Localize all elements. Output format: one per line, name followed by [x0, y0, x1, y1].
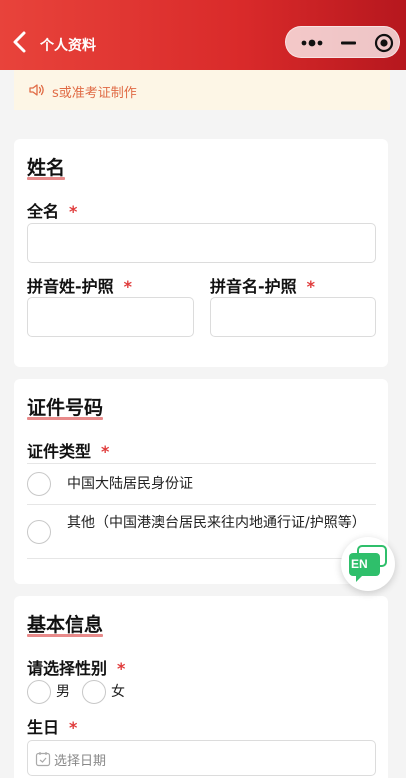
divider	[27, 504, 376, 505]
speaker-icon	[29, 84, 44, 96]
gender-option-female: 女	[111, 684, 125, 700]
gender-radio-female[interactable]	[82, 680, 106, 704]
required-asterisk: *	[123, 277, 133, 296]
calendar-icon	[35, 752, 51, 767]
gender-label: 请选择性别 *	[27, 659, 126, 678]
language-toggle-button[interactable]: EN	[341, 537, 395, 591]
chevron-left-icon	[13, 31, 26, 53]
section-title-underline	[27, 177, 65, 180]
full-name-input[interactable]	[27, 223, 376, 263]
divider	[27, 558, 376, 559]
birthday-placeholder: 选择日期	[54, 754, 107, 769]
gender-radio-male[interactable]	[27, 680, 51, 704]
birthday-label: 生日 *	[27, 718, 78, 737]
app-header: 个人资料	[0, 0, 406, 70]
more-button[interactable]	[292, 27, 332, 59]
id-card: 证件号码 证件类型 * 中国大陆居民身份证 其他（中国港澳台居民来往内地通行证/护…	[14, 379, 388, 584]
section-title-underline	[27, 634, 103, 637]
required-asterisk: *	[306, 277, 316, 296]
id-type-radio-mainland[interactable]	[27, 472, 51, 496]
chat-bubble-icon	[349, 545, 387, 582]
section-title-name: 姓名	[27, 157, 66, 179]
close-button[interactable]	[370, 27, 398, 59]
required-asterisk: *	[69, 718, 78, 737]
notice-bar: s或准考证制作	[14, 70, 390, 110]
required-asterisk: *	[117, 659, 126, 678]
section-title-underline	[27, 417, 103, 420]
given-name-label: 拼音名-护照 *	[210, 277, 316, 296]
id-type-label: 证件类型 *	[27, 442, 110, 461]
section-title-basic: 基本信息	[27, 614, 104, 636]
minus-icon	[341, 41, 356, 45]
section-title-id: 证件号码	[27, 397, 104, 419]
page-title: 个人资料	[40, 38, 96, 54]
target-circle-icon	[374, 33, 394, 53]
given-name-input[interactable]	[210, 297, 376, 337]
language-toggle-label: EN	[351, 557, 368, 571]
required-asterisk: *	[69, 202, 78, 221]
minimize-button[interactable]	[334, 27, 364, 59]
basic-info-card: 基本信息 请选择性别 * 男 女 生日 * 选择日期	[14, 596, 388, 778]
surname-label: 拼音姓-护照 *	[27, 277, 133, 296]
full-name-label: 全名 *	[27, 202, 78, 221]
id-type-option-other: 其他（中国港澳台居民来往内地通行证/护照等）	[67, 515, 366, 531]
notice-text: s或准考证制作	[52, 86, 137, 101]
birthday-picker[interactable]: 选择日期	[27, 740, 376, 776]
surname-input[interactable]	[27, 297, 194, 337]
name-card: 姓名 全名 * 拼音姓-护照 * 拼音名-护照 *	[14, 139, 388, 367]
id-type-option-mainland: 中国大陆居民身份证	[67, 476, 193, 492]
divider	[27, 463, 376, 464]
required-asterisk: *	[101, 442, 110, 461]
id-type-radio-other[interactable]	[27, 520, 51, 544]
more-dots-icon	[301, 39, 323, 47]
back-button[interactable]	[10, 30, 30, 54]
gender-option-male: 男	[56, 684, 70, 700]
mini-program-capsule	[285, 26, 400, 58]
